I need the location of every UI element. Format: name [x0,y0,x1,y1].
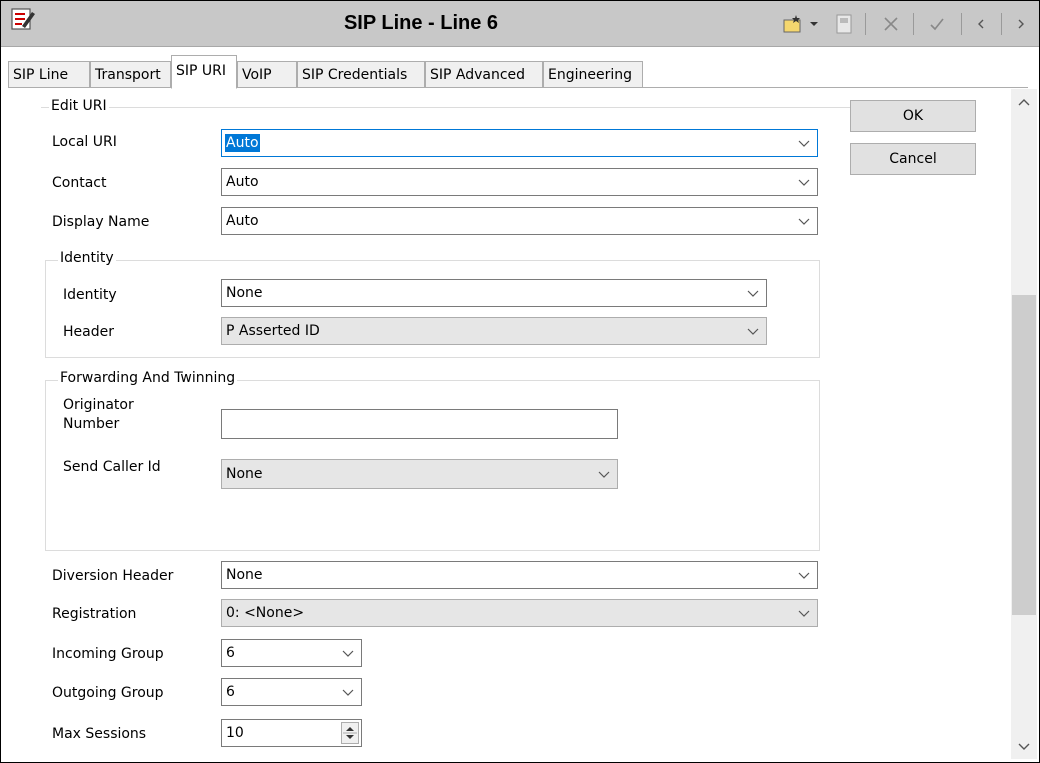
diversion-header-value: None [226,567,263,583]
tab-sip-advanced[interactable]: SIP Advanced [425,61,543,87]
chevron-down-icon [747,328,759,335]
header-select[interactable]: P Asserted ID [221,317,767,345]
chevron-down-icon[interactable] [807,9,821,39]
scrollbar-thumb[interactable] [1012,295,1036,615]
tab-sip-credentials[interactable]: SIP Credentials [297,61,425,87]
max-sessions-value: 10 [226,725,244,741]
edit-uri-legend: Edit URI [49,98,109,114]
incoming-group-select[interactable]: 6 [221,639,362,667]
close-icon[interactable] [877,9,905,39]
toolbar-separator [865,13,866,35]
diversion-header-select[interactable]: None [221,561,818,589]
tab-sip-uri[interactable]: SIP URI [171,55,237,89]
contact-label: Contact [52,175,107,191]
scroll-down-icon[interactable] [1018,741,1030,751]
send-caller-id-label: Send Caller Id [63,459,161,475]
originator-label-line1: Originator [63,397,134,413]
tab-sip-line[interactable]: SIP Line [8,61,90,87]
window-title: SIP Line - Line 6 [343,12,499,34]
identity-value: None [226,285,263,301]
chevron-right-icon[interactable] [1009,9,1033,39]
stepper-buttons[interactable] [341,722,359,744]
new-item-icon[interactable] [781,9,807,39]
ok-button[interactable]: OK [850,100,976,132]
local-uri-value: Auto [225,134,260,152]
send-caller-id-value: None [226,466,263,482]
header-label: Header [63,324,114,340]
registration-select[interactable]: 0: <None> [221,599,818,627]
chevron-down-icon [798,572,810,579]
display-name-select[interactable]: Auto [221,207,818,235]
max-sessions-stepper[interactable]: 10 [221,719,362,747]
export-icon[interactable] [831,9,857,39]
check-icon[interactable] [923,9,951,39]
chevron-down-icon [747,290,759,297]
chevron-left-icon[interactable] [969,9,993,39]
display-name-label: Display Name [52,214,150,230]
toolbar-separator [913,13,914,35]
registration-value: 0: <None> [226,605,305,621]
chevron-down-icon [798,179,810,186]
title-bar: SIP Line - Line 6 [1,1,1039,47]
send-caller-id-select[interactable]: None [221,459,618,489]
outgoing-group-label: Outgoing Group [52,685,164,701]
identity-select[interactable]: None [221,279,767,307]
outgoing-group-value: 6 [226,684,235,700]
contact-value: Auto [226,174,259,190]
originator-number-input[interactable] [221,409,618,439]
cancel-button[interactable]: Cancel [850,143,976,175]
chevron-down-icon [798,610,810,617]
outgoing-group-select[interactable]: 6 [221,678,362,706]
stepper-arrows-icon [343,727,357,739]
chevron-down-icon [798,218,810,225]
identity-legend: Identity [58,250,116,266]
incoming-group-label: Incoming Group [52,646,164,662]
tab-transport[interactable]: Transport [90,61,171,87]
chevron-down-icon [798,140,810,147]
max-sessions-label: Max Sessions [52,726,147,742]
contact-select[interactable]: Auto [221,168,818,196]
diversion-header-label: Diversion Header [52,568,174,584]
edit-uri-group-border [41,107,857,108]
tab-divider [8,87,1028,88]
forwarding-legend: Forwarding And Twinning [58,370,238,386]
originator-label-line2: Number [63,416,120,432]
toolbar-separator [961,13,962,35]
incoming-group-value: 6 [226,645,235,661]
local-uri-label: Local URI [52,134,117,150]
tab-engineering[interactable]: Engineering [543,61,643,87]
chevron-down-icon [342,650,354,657]
display-name-value: Auto [226,213,259,229]
identity-label: Identity [63,287,117,303]
scroll-up-icon[interactable] [1018,98,1030,108]
tab-voip[interactable]: VoIP [237,61,297,87]
local-uri-select[interactable]: Auto [221,129,818,157]
chevron-down-icon [342,689,354,696]
toolbar-separator [1001,13,1002,35]
sip-line-window: SIP Line - Line 6 SIP Line Transport SIP… [0,0,1040,763]
header-value: P Asserted ID [226,323,320,339]
registration-label: Registration [52,606,137,622]
chevron-down-icon [598,471,610,478]
